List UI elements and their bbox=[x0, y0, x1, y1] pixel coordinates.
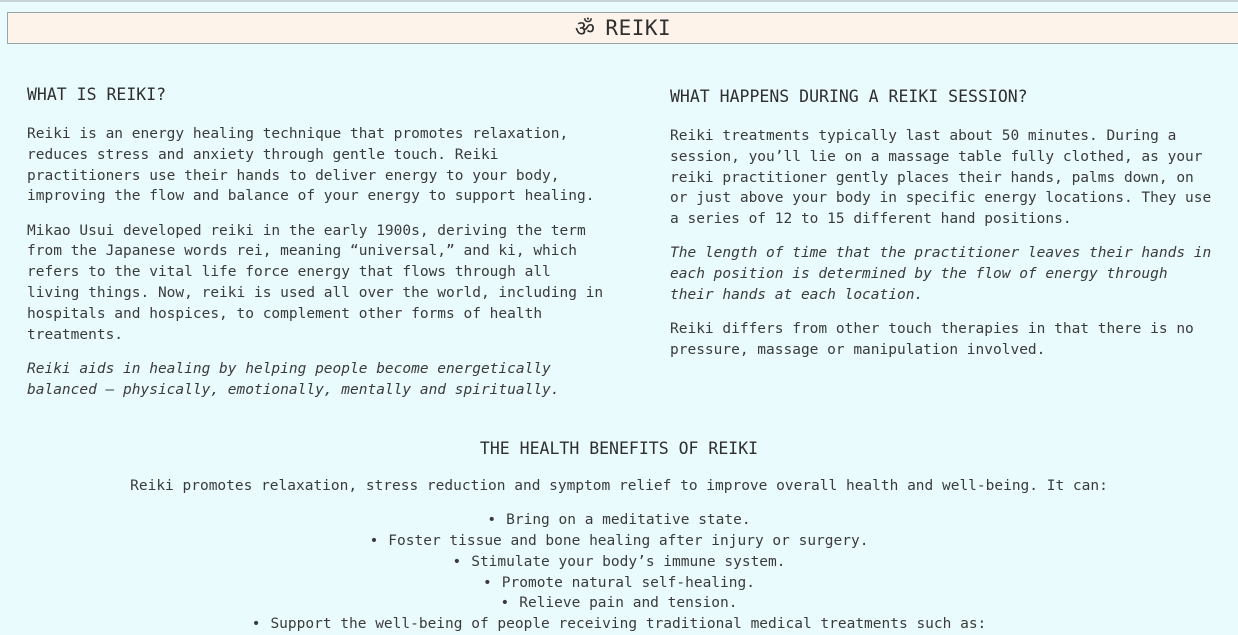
paragraph: Reiki is an energy healing technique tha… bbox=[27, 126, 595, 205]
section-heading: THE HEALTH BENEFITS OF REIKI bbox=[479, 439, 759, 458]
om-icon: ॐ bbox=[574, 17, 596, 42]
page-header: ॐ REIKI bbox=[7, 12, 1238, 44]
list-item: Foster tissue and bone healing after inj… bbox=[0, 531, 1238, 552]
italic-paragraph: Reiki aids in healing by helping people … bbox=[27, 360, 560, 398]
paragraph: Reiki differs from other touch therapies… bbox=[670, 321, 1194, 359]
reiki-session-section: WHAT HAPPENS DURING A REIKI SESSION? Rei… bbox=[670, 86, 1215, 374]
section-heading: WHAT IS REIKI? bbox=[27, 85, 167, 104]
italic-paragraph: The length of time that the practitioner… bbox=[670, 245, 1212, 304]
list-item: Bring on a meditative state. bbox=[0, 510, 1238, 531]
benefits-list: Bring on a meditative state. Foster tiss… bbox=[0, 510, 1238, 635]
list-item: Promote natural self-healing. bbox=[0, 573, 1238, 594]
list-item: Support the well-being of people receivi… bbox=[0, 614, 1238, 635]
page-title: REIKI bbox=[605, 16, 672, 40]
benefits-intro: Reiki promotes relaxation, stress reduct… bbox=[130, 478, 1108, 494]
list-item: Relieve pain and tension. bbox=[0, 593, 1238, 614]
section-heading: WHAT HAPPENS DURING A REIKI SESSION? bbox=[670, 87, 1028, 106]
list-item: Stimulate your body’s immune system. bbox=[0, 552, 1238, 573]
top-border bbox=[0, 0, 1238, 2]
paragraph: Mikao Usui developed reiki in the early … bbox=[27, 222, 604, 343]
paragraph: Reiki treatments typically last about 50… bbox=[670, 128, 1212, 228]
health-benefits-section: THE HEALTH BENEFITS OF REIKI Reiki promo… bbox=[0, 438, 1238, 635]
what-is-reiki-section: WHAT IS REIKI? Reiki is an energy healin… bbox=[27, 84, 607, 414]
